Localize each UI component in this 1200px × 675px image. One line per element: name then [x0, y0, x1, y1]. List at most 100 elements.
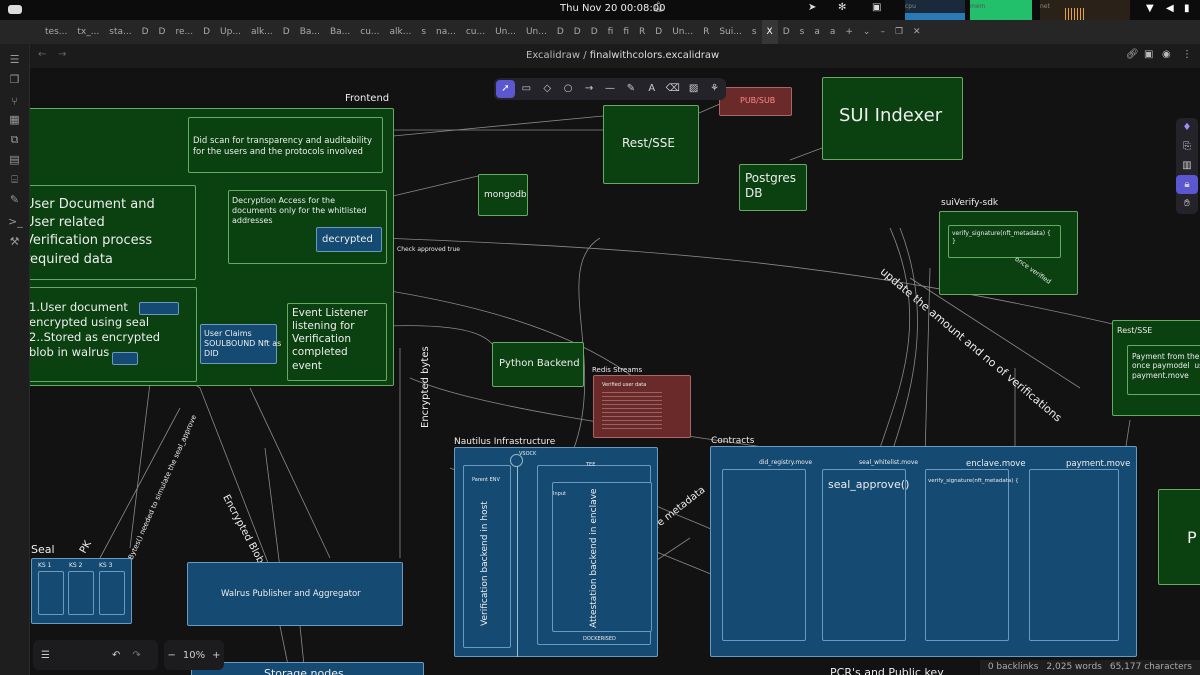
more-tools-icon[interactable]: ⚘ — [705, 80, 724, 98]
tab[interactable]: Up... — [215, 20, 246, 44]
more-options-icon[interactable]: ⋮ — [1182, 49, 1192, 60]
postgres-box[interactable]: Postgres DB — [739, 164, 807, 211]
terminal-icon[interactable]: >_ — [8, 216, 23, 228]
ks3-box[interactable] — [99, 571, 125, 615]
tab[interactable]: R — [634, 20, 650, 44]
enclave-move-box[interactable]: verify_signature(nft_metadata) { — [925, 469, 1019, 641]
tab[interactable]: fi — [618, 20, 634, 44]
pencil-tool-icon[interactable]: ✎ — [621, 80, 640, 98]
walrus-box[interactable]: Walrus Publisher and Aggregator — [187, 562, 403, 626]
sdk-code-box[interactable]: verify_signature(nft_metadata) { } — [948, 225, 1061, 258]
files-icon[interactable]: ❐ — [8, 74, 21, 86]
breadcrumb-vault[interactable]: Excalidraw — [526, 50, 580, 61]
tab[interactable]: s — [416, 20, 431, 44]
rest-sse-box[interactable]: Rest/SSE — [603, 105, 699, 184]
zoom-level[interactable]: 10% — [183, 650, 205, 661]
suiverify-sdk-box[interactable]: verify_signature(nft_metadata) { } once … — [939, 211, 1078, 295]
arrow-tool-icon[interactable]: → — [580, 80, 599, 98]
user-claims-box[interactable]: User Claims SOULBOUND Nft as DID — [200, 324, 281, 364]
tab[interactable]: cu... — [355, 20, 384, 44]
new-tab-icon[interactable]: + — [840, 20, 858, 44]
ellipse-tool-icon[interactable]: ○ — [559, 80, 578, 98]
sui-indexer-box[interactable]: SUI Indexer — [822, 77, 963, 160]
calendar-icon[interactable]: ▤ — [8, 154, 21, 166]
tab[interactable]: Sui... — [714, 20, 747, 44]
tab-list-icon[interactable]: ⌄ — [858, 20, 876, 44]
seal-whitelist-box[interactable]: seal_approve() — [822, 469, 909, 641]
clock[interactable]: Thu Nov 20 00:08:00 — [560, 3, 665, 14]
backlinks-count[interactable]: 0 backlinks — [988, 662, 1039, 673]
excalidraw-icon[interactable]: ✎ — [8, 194, 21, 206]
tab[interactable]: D — [778, 20, 795, 44]
seal-box[interactable]: KS 1 KS 2 KS 3 — [31, 558, 132, 624]
host-box[interactable]: Parent ENV Verification backend in host — [463, 465, 511, 648]
tab[interactable]: s — [747, 20, 762, 44]
tab[interactable]: D — [552, 20, 569, 44]
tools-icon[interactable]: ⚒ — [8, 236, 21, 248]
blob-marker[interactable] — [112, 352, 138, 365]
event-listener-box[interactable]: Event Listener listening for Verificatio… — [287, 303, 387, 381]
tab[interactable]: sta... — [104, 20, 136, 44]
ks2-box[interactable] — [68, 571, 94, 615]
screenshot-icon[interactable]: ▣ — [872, 2, 881, 13]
tab[interactable]: D — [569, 20, 586, 44]
tab[interactable]: Un... — [521, 20, 552, 44]
tab[interactable]: D — [154, 20, 171, 44]
right-partial-box[interactable]: P — [1158, 489, 1200, 585]
pages-icon[interactable]: ⧉ — [8, 134, 21, 146]
tab[interactable]: D — [650, 20, 667, 44]
templates-icon[interactable]: ⌸ — [8, 174, 21, 186]
export-icon[interactable]: ⎘ — [1176, 137, 1198, 156]
link-icon[interactable]: 🔗︎ — [1126, 49, 1139, 60]
rest-sse-right-box[interactable]: Rest/SSE Payment from the once paymodel … — [1112, 320, 1200, 416]
did-registry-box[interactable] — [722, 469, 806, 641]
decryption-access-box[interactable]: Decryption Access for the documents only… — [228, 190, 387, 264]
tab[interactable]: R — [698, 20, 714, 44]
line-tool-icon[interactable]: — — [601, 80, 620, 98]
tab[interactable]: Un... — [667, 20, 698, 44]
user-document-box[interactable]: User Document and User related Verificat… — [30, 185, 196, 280]
did-scan-box[interactable]: Did scan for transparency and auditabili… — [188, 117, 383, 173]
blob-marker[interactable] — [139, 302, 179, 315]
tab[interactable]: D — [586, 20, 603, 44]
volume-icon[interactable]: ◀ — [1166, 3, 1174, 14]
zoom-in-button[interactable]: + — [212, 650, 220, 661]
view-icon[interactable]: ◉ — [1162, 49, 1171, 60]
back-icon[interactable]: ← — [38, 49, 46, 60]
enclave-box[interactable]: Input Attestation backend in enclave — [552, 482, 652, 632]
sidebar-toggle-icon[interactable]: ☰ — [8, 54, 21, 66]
canvas-icon[interactable]: ▦ — [8, 114, 21, 126]
wifi-icon[interactable]: ▼ — [1146, 3, 1154, 14]
redis-streams-box[interactable]: Verified user data — [593, 375, 691, 438]
python-backend-box[interactable]: Python Backend — [492, 342, 584, 387]
tab[interactable]: alk... — [246, 20, 278, 44]
settings-icon[interactable]: ✻ — [838, 2, 846, 13]
selection-tool-icon[interactable]: ➚ — [496, 80, 515, 98]
tab[interactable]: fi — [603, 20, 619, 44]
excalidraw-script-icon[interactable]: ♦ — [1176, 118, 1198, 137]
tab[interactable]: D — [198, 20, 215, 44]
library-icon[interactable]: ▥ — [1176, 156, 1198, 175]
tab[interactable]: na... — [431, 20, 461, 44]
undo-icon[interactable]: ↶ — [112, 650, 120, 661]
encrypted-document-box[interactable]: 1.User document encrypted using seal 2..… — [30, 287, 197, 382]
tee-box[interactable]: TEE Input Attestation backend in enclave… — [537, 462, 652, 645]
tab[interactable]: cu... — [461, 20, 490, 44]
maximize-icon[interactable]: ❐ — [890, 20, 908, 44]
nautilus-box[interactable]: VSOCK Parent ENV Verification backend in… — [454, 447, 658, 657]
save-icon[interactable]: ▣ — [1144, 49, 1153, 60]
tab[interactable]: Ba... — [325, 20, 355, 44]
tab[interactable]: a — [825, 20, 841, 44]
zoom-out-button[interactable]: − — [167, 650, 175, 661]
tab[interactable]: tes... — [40, 20, 72, 44]
breadcrumb-file[interactable]: finalwithcolors.excalidraw — [590, 50, 719, 61]
tab[interactable]: alk... — [385, 20, 417, 44]
image-tool-icon[interactable]: ▨ — [684, 80, 703, 98]
tab[interactable]: re... — [170, 20, 198, 44]
tab[interactable]: Ba... — [295, 20, 325, 44]
bell-icon[interactable]: 🔔︎ — [652, 2, 665, 13]
minimize-icon[interactable]: – — [875, 20, 890, 44]
tab[interactable]: D — [137, 20, 154, 44]
ks1-box[interactable] — [38, 571, 64, 615]
battery-icon[interactable]: ▮ — [1184, 3, 1190, 14]
